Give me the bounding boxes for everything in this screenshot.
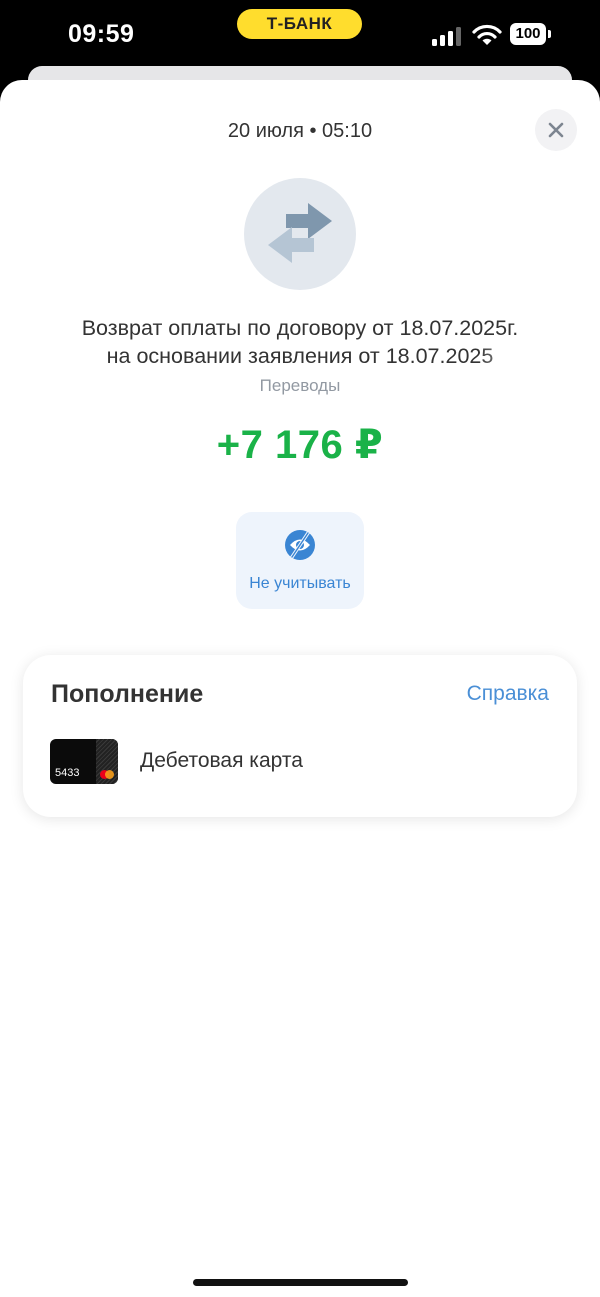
ignore-button-label: Не учитывать bbox=[249, 575, 351, 592]
operation-description: Возврат оплаты по договору от 18.07.2025… bbox=[30, 314, 570, 370]
transfer-icon-circle bbox=[244, 178, 356, 290]
close-button[interactable] bbox=[535, 109, 577, 151]
battery-icon: 100 bbox=[510, 23, 546, 45]
cellular-signal-icon bbox=[432, 26, 462, 46]
help-link[interactable]: Справка bbox=[467, 682, 549, 706]
operation-category: Переводы bbox=[259, 376, 341, 395]
funding-block: Пополнение Справка 5433 Дебетовая карта bbox=[23, 655, 577, 817]
mastercard-icon bbox=[100, 770, 114, 779]
description-line-1: Возврат оплаты по договору от 18.07.2025… bbox=[81, 316, 519, 340]
card-name[interactable]: Дебетовая карта bbox=[140, 749, 303, 773]
wifi-icon bbox=[472, 24, 502, 45]
status-time: 09:59 bbox=[68, 20, 135, 48]
operation-amount: +7 176 ₽ bbox=[216, 423, 384, 467]
operation-date-time: 20 июля • 05:10 bbox=[227, 120, 373, 142]
description-line-2: на основании заявления от 18.07.2025 bbox=[106, 344, 494, 368]
brand-pill[interactable]: Т-БАНК bbox=[237, 9, 362, 39]
ignore-button[interactable]: Не учитывать bbox=[236, 512, 364, 609]
card-last4: 5433 bbox=[55, 767, 80, 779]
debit-card-thumbnail[interactable]: 5433 bbox=[50, 739, 118, 784]
funding-title: Пополнение bbox=[51, 680, 204, 708]
eye-off-icon bbox=[285, 530, 315, 560]
battery-tip bbox=[548, 30, 551, 38]
transfer-arrows-icon bbox=[268, 203, 332, 263]
close-icon bbox=[548, 122, 564, 138]
home-indicator[interactable] bbox=[193, 1279, 408, 1286]
